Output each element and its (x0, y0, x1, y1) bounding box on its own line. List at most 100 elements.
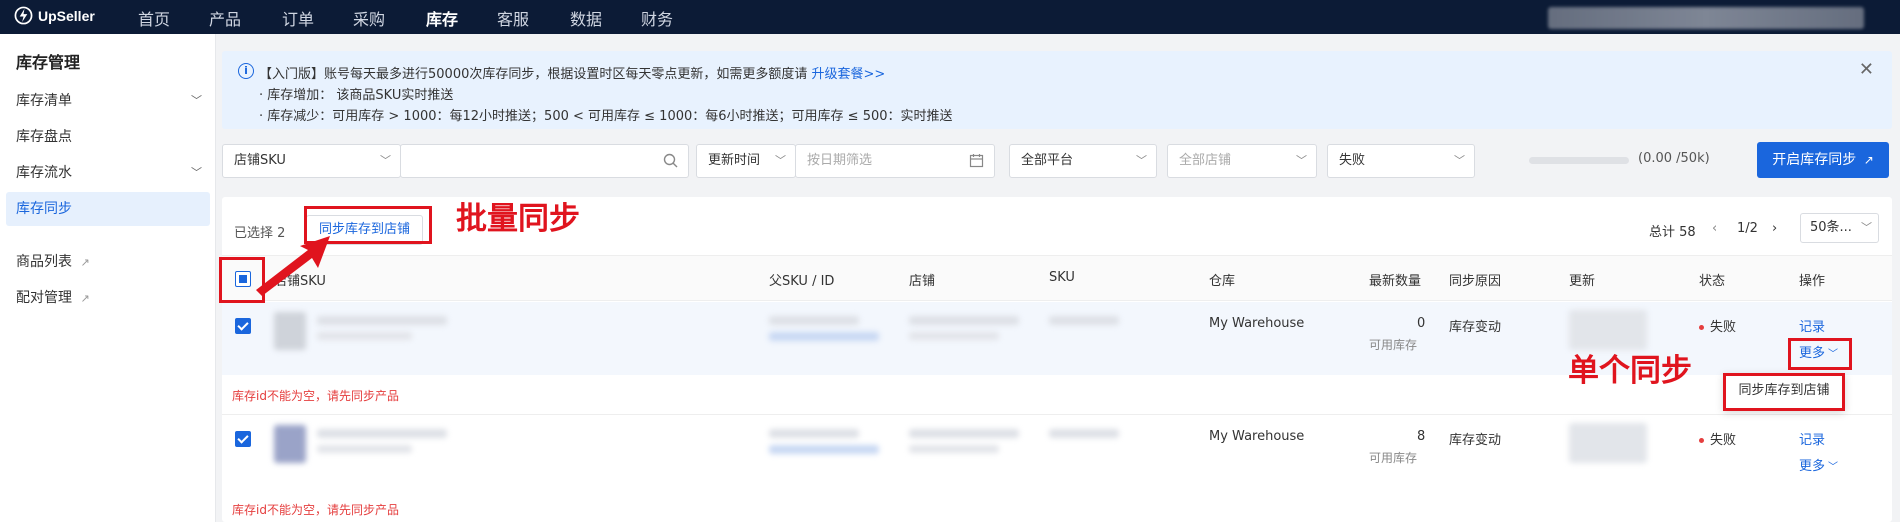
page-size-select[interactable]: 50条... ﹀ (1800, 213, 1879, 243)
external-link-icon: ↗ (1863, 153, 1874, 167)
shop-sku-sub-blurred (317, 445, 412, 453)
close-icon[interactable]: ✕ (1859, 59, 1874, 80)
platform-select[interactable]: 全部平台 ﹀ (1009, 144, 1157, 178)
sidebar-item-label: 库存清单 (16, 93, 72, 109)
sidebar-item-pairing[interactable]: 配对管理 ↗ (6, 281, 210, 315)
top-nav-bar: UpSeller 首页 产品 订单 采购 库存 客服 数据 财务 (0, 0, 1900, 34)
nav-item-inventory[interactable]: 库存 (426, 6, 458, 30)
shop-sku-sub-blurred (317, 332, 412, 340)
product-thumbnail (274, 425, 306, 463)
notice-line-1: 【入门版】账号每天最多进行50000次库存同步，根据设置时区每天零点更新，如需更… (259, 63, 885, 82)
status-dot-icon (1699, 438, 1704, 443)
status-text: 失败 (1710, 320, 1737, 335)
header-latest-qty: 最新数量 (1369, 274, 1422, 289)
notice-line-2: · 库存增加： 该商品SKU实时推送 (259, 88, 454, 103)
upgrade-link[interactable]: 升级套餐>> (812, 67, 886, 82)
row-checkbox[interactable] (235, 318, 251, 334)
sidebar-item-stock-take[interactable]: 库存盘点 (6, 120, 210, 154)
header-sku: SKU (1049, 270, 1075, 285)
status-text: 失败 (1710, 433, 1737, 448)
sidebar-item-product-list[interactable]: 商品列表 ↗ (6, 245, 210, 279)
annotation-label-single: 单个同步 (1568, 353, 1692, 389)
sidebar-item-stock-list[interactable]: 库存清单 ﹀ (6, 84, 210, 118)
external-link-icon: ↗ (80, 292, 90, 305)
chevron-down-icon: ﹀ (775, 154, 786, 167)
notice-banner: i 【入门版】账号每天最多进行50000次库存同步，根据设置时区每天零点更新，如… (222, 51, 1892, 129)
annotation-box-batch-sync (304, 206, 432, 244)
shop-sub-blurred (909, 332, 999, 340)
nav-item-service[interactable]: 客服 (497, 6, 529, 30)
nav-item-data[interactable]: 数据 (570, 6, 602, 30)
sidebar-title: 库存管理 (16, 53, 81, 72)
shop-sub-blurred (909, 445, 999, 453)
sidebar-item-stock-sync[interactable]: 库存同步 (6, 192, 210, 226)
nav-item-orders[interactable]: 订单 (282, 6, 314, 30)
status-select[interactable]: 失败 ﹀ (1327, 144, 1475, 178)
app-logo[interactable]: UpSeller (14, 6, 95, 25)
calendar-icon (969, 154, 984, 168)
latest-qty: 0 (1417, 316, 1426, 331)
shop-select[interactable]: 全部店铺 ﹀ (1167, 144, 1317, 178)
search-input[interactable] (400, 144, 689, 178)
header-shop-sku[interactable]: 店铺SKU (274, 270, 326, 289)
header-parent-sku: 父SKU / ID (769, 274, 835, 289)
nav-item-products[interactable]: 产品 (209, 6, 241, 30)
sidebar-item-label: 库存流水 (16, 165, 72, 181)
search-icon[interactable] (663, 153, 678, 168)
more-label: 更多 (1799, 459, 1826, 474)
sync-reason: 库存变动 (1449, 433, 1502, 448)
table-header: 店铺SKU 父SKU / ID 店铺 SKU 仓库 最新数量 同步原因 更新 状… (222, 255, 1892, 301)
warehouse-name: My Warehouse (1209, 316, 1305, 331)
row-checkbox[interactable] (235, 431, 251, 447)
sidebar-item-label: 库存同步 (16, 201, 72, 217)
sku-type-select[interactable]: 店铺SKU ﹀ (222, 144, 401, 178)
platform-value: 全部平台 (1021, 153, 1074, 168)
product-thumbnail (274, 312, 306, 350)
prev-page-icon[interactable]: ‹ (1712, 221, 1717, 236)
chevron-down-icon: ﹀ (1296, 154, 1307, 167)
sku-blurred (1049, 316, 1119, 325)
qty-label: 可用库存 (1369, 338, 1418, 352)
time-type-select[interactable]: 更新时间 ﹀ (696, 144, 796, 178)
start-sync-button[interactable]: 开启库存同步 ↗ (1757, 142, 1889, 178)
more-menu-button[interactable]: 更多 ﹀ (1799, 455, 1838, 474)
status-badge: 失败 (1699, 316, 1736, 335)
more-menu-dropdown: 同步库存到店铺 (1723, 373, 1845, 411)
header-actions: 操作 (1799, 274, 1826, 289)
sidebar: 库存管理 库存清单 ﹀ 库存盘点 库存流水 ﹀ 库存同步 商品列表 ↗ 配对管理… (0, 34, 216, 522)
shop-name-blurred (909, 429, 1019, 438)
sidebar-item-label: 库存盘点 (16, 129, 72, 145)
shop-sku-blurred[interactable] (317, 429, 447, 438)
chevron-down-icon: ﹀ (1828, 462, 1839, 473)
chevron-down-icon: ﹀ (380, 154, 391, 167)
annotation-label-batch: 批量同步 (456, 201, 580, 237)
menu-item-sync-to-shop[interactable]: 同步库存到店铺 (1738, 383, 1829, 398)
record-link[interactable]: 记录 (1799, 316, 1825, 335)
row-error-message: 库存id不能为空，请先同步产品 (232, 503, 399, 517)
parent-sku-blurred (769, 316, 859, 325)
chevron-down-icon: ﹀ (191, 94, 202, 107)
sidebar-item-stock-flow[interactable]: 库存流水 ﹀ (6, 156, 210, 190)
account-info-blurred[interactable] (1548, 7, 1864, 29)
page-indicator: 1/2 (1737, 221, 1758, 236)
row-error-message: 库存id不能为空，请先同步产品 (232, 389, 399, 403)
sidebar-item-label: 配对管理 (16, 290, 72, 306)
date-filter-input[interactable]: 按日期筛选 (795, 144, 995, 178)
updated-time-blurred (1569, 310, 1647, 350)
nav-item-home[interactable]: 首页 (138, 6, 170, 30)
shop-sku-blurred[interactable] (317, 316, 447, 325)
header-updated: 更新 (1569, 274, 1596, 289)
nav-item-purchase[interactable]: 采购 (353, 6, 385, 30)
page-size-value: 50条... (1810, 220, 1852, 235)
next-page-icon[interactable]: › (1772, 221, 1777, 236)
record-link[interactable]: 记录 (1799, 429, 1825, 448)
nav-item-finance[interactable]: 财务 (641, 6, 673, 30)
chevron-down-icon: ﹀ (191, 166, 202, 179)
parent-id-link-blurred[interactable] (769, 332, 879, 341)
status-badge: 失败 (1699, 429, 1736, 448)
table-row: My Warehouse 8 可用库存 库存变动 失败 记录 更多 ﹀ (222, 415, 1892, 488)
status-dot-icon (1699, 325, 1704, 330)
time-type-value: 更新时间 (708, 153, 761, 168)
sku-type-value: 店铺SKU (234, 153, 286, 168)
parent-id-link-blurred[interactable] (769, 445, 879, 454)
